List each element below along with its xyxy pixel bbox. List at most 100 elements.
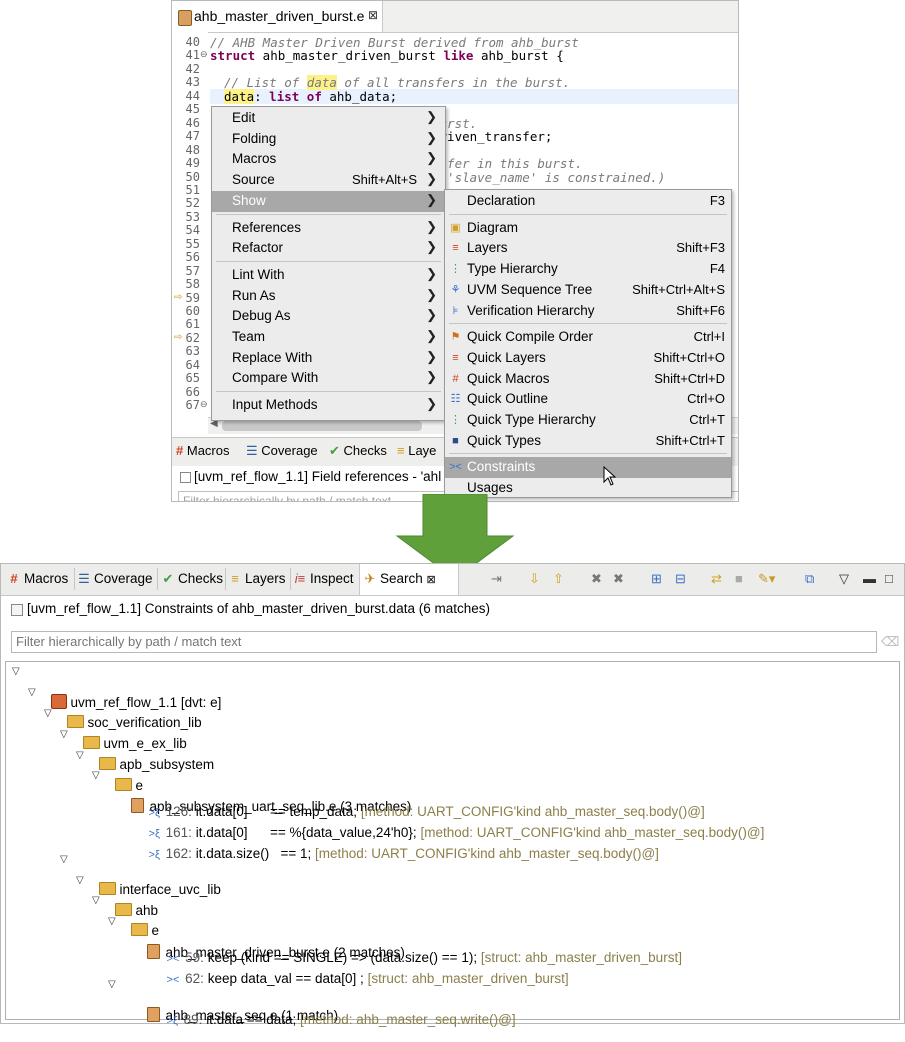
menu-item-team[interactable]: Team ❯ bbox=[212, 327, 445, 348]
macros-icon: # bbox=[452, 372, 459, 385]
menu-item-label: References bbox=[232, 219, 302, 235]
collapse-all-icon[interactable]: ⊟ bbox=[675, 571, 686, 587]
override-marker-icon[interactable]: ⇨ bbox=[174, 332, 182, 343]
menu-item-input-methods[interactable]: Input Methods ❯ bbox=[212, 395, 445, 416]
tree-node-project[interactable]: ▽ uvm_ref_flow_1.1 [dvt: e] bbox=[12, 664, 221, 710]
refresh-search-icon[interactable]: ⇄ bbox=[711, 571, 722, 587]
expand-toggle-icon[interactable]: ▽ bbox=[12, 666, 20, 677]
minimize-icon[interactable]: ▬ bbox=[863, 571, 876, 586]
next-match-icon[interactable]: ⇩ bbox=[529, 571, 540, 587]
pin-icon[interactable]: ⇥ bbox=[491, 571, 502, 587]
cancel-search-icon[interactable]: ■ bbox=[735, 571, 743, 586]
menu-item-compare-with[interactable]: Compare With ❯ bbox=[212, 368, 445, 389]
menu-item-uvm-sequence-tree[interactable]: ⚘ UVM Sequence Tree Shift+Ctrl+Alt+S bbox=[445, 280, 731, 301]
tree-match[interactable]: >ξ 162: it.data.size() == 1; [method: UA… bbox=[126, 831, 659, 861]
constraints-icon: >< bbox=[449, 461, 462, 474]
tab-search[interactable]: ✈ Search ⊠ bbox=[363, 571, 436, 587]
tree-node-folder[interactable]: ▽ e bbox=[76, 748, 143, 793]
menu-item-refactor[interactable]: Refactor ❯ bbox=[212, 238, 445, 259]
menu-item-replace-with[interactable]: Replace With ❯ bbox=[212, 348, 445, 369]
tree-node-folder[interactable]: ▽ interface_uvc_lib bbox=[60, 852, 221, 897]
menu-item-declaration[interactable]: Declaration F3 bbox=[445, 191, 731, 212]
menu-item-quick-macros[interactable]: # Quick Macros Shift+Ctrl+D bbox=[445, 369, 731, 390]
menu-item-layers[interactable]: ≡ Layers Shift+F3 bbox=[445, 238, 731, 259]
menu-item-references[interactable]: References ❯ bbox=[212, 218, 445, 239]
menu-item-constraints[interactable]: >< Constraints bbox=[445, 457, 731, 479]
tab-inspect[interactable]: i≡ Inspect bbox=[293, 571, 354, 586]
tree-node-folder[interactable]: ▽ e bbox=[92, 893, 159, 938]
scrollbar-thumb[interactable] bbox=[222, 421, 422, 431]
tree-node-file[interactable]: ▽ apb_subsystem_uart_seq_lib.e (3 matche… bbox=[92, 768, 411, 814]
expand-toggle-icon[interactable]: ▽ bbox=[108, 979, 116, 990]
expand-toggle-icon[interactable]: ▽ bbox=[60, 854, 68, 865]
collapse-all-icon[interactable] bbox=[11, 604, 23, 616]
filter-field[interactable] bbox=[11, 631, 877, 653]
expand-all-icon[interactable]: ⊞ bbox=[651, 571, 662, 587]
tree-node-file[interactable]: ▽ ahb_master_driven_burst.e (2 matches) bbox=[108, 914, 405, 960]
remove-match-icon[interactable]: ✖ bbox=[591, 571, 602, 587]
menu-item-quick-types[interactable]: ■ Quick Types Shift+Ctrl+T bbox=[445, 431, 731, 452]
tab-coverage-mini[interactable]: ☰ Coverage bbox=[246, 443, 318, 459]
menu-item-lint-with[interactable]: Lint With ❯ bbox=[212, 265, 445, 286]
menu-item-quick-outline[interactable]: ☷ Quick Outline Ctrl+O bbox=[445, 389, 731, 410]
open-in-new-icon[interactable]: ⧉ bbox=[805, 571, 814, 587]
fold-toggle-icon[interactable]: ⊖ bbox=[200, 49, 208, 60]
menu-item-shortcut: F3 bbox=[709, 193, 725, 208]
expand-toggle-icon[interactable]: ▽ bbox=[28, 687, 36, 698]
menu-item-show[interactable]: Show ❯ bbox=[212, 190, 445, 212]
menu-item-edit[interactable]: Edit ❯ bbox=[212, 108, 445, 129]
tree-match[interactable]: >ξ 161: it.data[0] == %{data_value,24'h0… bbox=[126, 810, 765, 840]
tree-node-folder[interactable]: ▽ apb_subsystem bbox=[60, 727, 214, 772]
tree-node-folder[interactable]: ▽ ahb bbox=[76, 873, 158, 918]
menu-item-quick-type-hierarchy[interactable]: ⋮ Quick Type Hierarchy Ctrl+T bbox=[445, 410, 731, 431]
tree-match[interactable]: >< 62: keep data_val == data[0] ; [struc… bbox=[144, 956, 569, 986]
tab-layers[interactable]: ≡ Layers bbox=[228, 571, 285, 586]
collapse-all-icon[interactable] bbox=[180, 472, 191, 483]
tree-match[interactable]: >< 59: keep (kind == SINGLE) => (data.si… bbox=[144, 935, 682, 965]
expand-toggle-icon[interactable]: ▽ bbox=[92, 770, 100, 781]
menu-item-verification-hierarchy[interactable]: ⊧ Verification Hierarchy Shift+F6 bbox=[445, 301, 731, 322]
search-history-icon[interactable]: ✎▾ bbox=[758, 571, 775, 587]
expand-toggle-icon[interactable]: ▽ bbox=[108, 916, 116, 927]
menu-item-diagram[interactable]: ▣ Diagram bbox=[445, 218, 731, 239]
menu-item-shortcut: Ctrl+O bbox=[687, 391, 725, 407]
tree-node-file[interactable]: ▽ ahb_master_seq.e (1 match) bbox=[108, 977, 338, 1023]
filter-input[interactable] bbox=[12, 632, 870, 650]
menu-item-quick-layers[interactable]: ≡ Quick Layers Shift+Ctrl+O bbox=[445, 348, 731, 369]
menu-item-run-as[interactable]: Run As ❯ bbox=[212, 286, 445, 307]
menu-item-macros[interactable]: Macros ❯ bbox=[212, 149, 445, 170]
expand-toggle-icon[interactable]: ▽ bbox=[60, 729, 68, 740]
override-marker-icon[interactable]: ⇨ bbox=[174, 292, 182, 303]
expand-toggle-icon[interactable]: ▽ bbox=[76, 750, 84, 761]
tree-node-folder[interactable]: ▽ soc_verification_lib bbox=[28, 685, 202, 730]
menu-item-quick-compile-order[interactable]: ⚑ Quick Compile Order Ctrl+I bbox=[445, 327, 731, 348]
constraint-match-icon: >ξ bbox=[166, 1015, 178, 1027]
tree-match[interactable]: >ξ 89: it.data == data; [method: ahb_mas… bbox=[144, 997, 516, 1027]
menu-item-folding[interactable]: Folding ❯ bbox=[212, 129, 445, 150]
editor-tab[interactable]: ahb_master_driven_burst.e ⊠ bbox=[172, 1, 383, 33]
tab-layers-mini[interactable]: ≡ Laye bbox=[397, 443, 436, 458]
tree-node-folder[interactable]: ▽ uvm_e_ex_lib bbox=[44, 706, 187, 751]
maximize-icon[interactable]: □ bbox=[885, 571, 893, 586]
remove-all-icon[interactable]: ✖ bbox=[613, 571, 624, 587]
fold-toggle-icon[interactable]: ⊖ bbox=[200, 399, 208, 410]
previous-match-icon[interactable]: ⇧ bbox=[553, 571, 564, 587]
line-number: 46 bbox=[185, 115, 200, 130]
close-icon[interactable]: ⊠ bbox=[427, 574, 436, 586]
expand-toggle-icon[interactable]: ▽ bbox=[44, 708, 52, 719]
expand-toggle-icon[interactable]: ▽ bbox=[76, 875, 84, 886]
close-icon[interactable]: ⊠ bbox=[368, 8, 378, 22]
tab-checks[interactable]: ✔ Checks bbox=[161, 571, 223, 587]
menu-item-type-hierarchy[interactable]: ⋮ Type Hierarchy F4 bbox=[445, 259, 731, 280]
results-tree[interactable]: ▽ uvm_ref_flow_1.1 [dvt: e] ▽ soc_verifi… bbox=[5, 661, 900, 1027]
expand-toggle-icon[interactable]: ▽ bbox=[92, 895, 100, 906]
tab-checks-mini[interactable]: ✔ Checks bbox=[329, 443, 387, 459]
menu-item-source[interactable]: Source Shift+Alt+S ❯ bbox=[212, 170, 445, 191]
tab-macros-mini[interactable]: # Macros bbox=[176, 443, 229, 458]
tree-match[interactable]: >ξ 126: it.data[0] == temp_data; [method… bbox=[126, 789, 705, 819]
tab-coverage[interactable]: ☰ Coverage bbox=[77, 571, 152, 587]
clear-filter-icon[interactable]: ⌫ bbox=[881, 634, 899, 650]
tab-macros[interactable]: # Macros bbox=[7, 571, 68, 586]
view-menu-icon[interactable]: ▽ bbox=[839, 571, 849, 587]
menu-item-debug-as[interactable]: Debug As ❯ bbox=[212, 306, 445, 327]
